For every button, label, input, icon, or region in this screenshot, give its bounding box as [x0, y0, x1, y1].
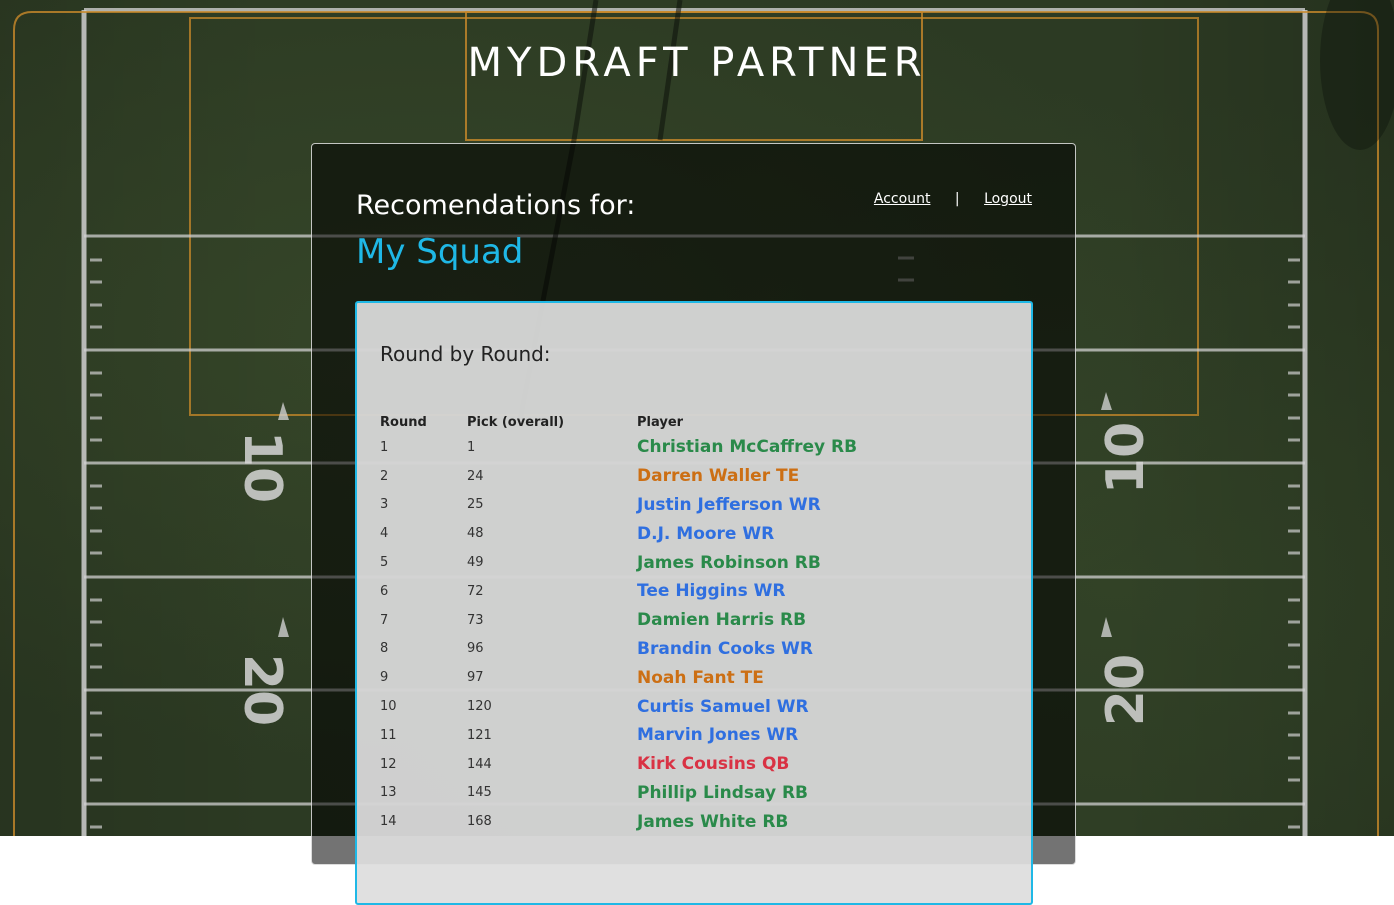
player-cell: Phillip Lindsay RB	[637, 782, 809, 803]
round-cell: 4	[380, 526, 389, 542]
pick-cell: 120	[467, 699, 492, 715]
player-cell: Kirk Cousins QB	[637, 754, 790, 775]
round-cell: 1	[380, 439, 389, 455]
round-by-round-card: Round by Round: Round Pick (overall) Pla…	[355, 301, 1033, 905]
pick-cell: 121	[467, 727, 492, 743]
player-cell: D.J. Moore WR	[637, 523, 775, 544]
squad-name: My Squad	[356, 232, 524, 272]
player-cell: Christian McCaffrey RB	[637, 437, 858, 458]
player-cell: Brandin Cooks WR	[637, 638, 813, 659]
round-cell: 10	[380, 699, 397, 715]
pick-cell: 1	[467, 439, 476, 455]
player-cell: James Robinson RB	[637, 552, 821, 573]
table-row: 13 145 Phillip Lindsay RB	[380, 779, 1017, 808]
site-title: MYDRAFT PARTNER	[467, 40, 927, 86]
column-header-player: Player	[637, 414, 684, 430]
table-row: 2 24 Darren Waller TE	[380, 462, 1017, 491]
round-cell: 11	[380, 727, 397, 743]
field-number-left-10: 10	[232, 431, 292, 503]
table-row: 7 73 Damien Harris RB	[380, 606, 1017, 635]
column-header-round: Round	[380, 414, 427, 430]
round-by-round-title: Round by Round:	[380, 342, 551, 366]
pick-cell: 96	[467, 641, 484, 657]
round-cell: 12	[380, 756, 397, 772]
nav-separator: |	[954, 191, 960, 207]
table-row: 5 49 James Robinson RB	[380, 548, 1017, 577]
player-cell: Damien Harris RB	[637, 610, 807, 631]
field-number-left-20: 20	[232, 654, 292, 726]
player-cell: Justin Jefferson WR	[637, 494, 821, 515]
logout-link[interactable]: Logout	[984, 191, 1032, 207]
table-row: 9 97 Noah Fant TE	[380, 663, 1017, 692]
player-cell: Curtis Samuel WR	[637, 696, 809, 717]
round-cell: 7	[380, 612, 389, 628]
pick-cell: 49	[467, 555, 484, 571]
recommendations-heading: Recomendations for:	[356, 190, 636, 221]
round-cell: 13	[380, 785, 397, 801]
player-cell: Marvin Jones WR	[637, 725, 799, 746]
round-cell: 3	[380, 497, 389, 513]
field-number-right-10: 10	[1096, 422, 1156, 494]
column-header-pick: Pick (overall)	[467, 414, 565, 430]
table-row: 10 120 Curtis Samuel WR	[380, 692, 1017, 721]
round-cell: 5	[380, 555, 389, 571]
round-cell: 14	[380, 814, 397, 830]
account-link[interactable]: Account	[874, 191, 931, 207]
recommendations-panel: Recomendations for: My Squad Account | L…	[311, 143, 1076, 905]
table-row: 11 121 Marvin Jones WR	[380, 721, 1017, 750]
pick-cell: 72	[467, 583, 484, 599]
picks-table: Round Pick (overall) Player 1 1 Christia…	[380, 411, 1017, 836]
table-row: 6 72 Tee Higgins WR	[380, 577, 1017, 606]
pick-cell: 25	[467, 497, 484, 513]
table-row: 1 1 Christian McCaffrey RB	[380, 433, 1017, 462]
pick-cell: 48	[467, 526, 484, 542]
round-cell: 8	[380, 641, 389, 657]
player-cell: Darren Waller TE	[637, 466, 800, 487]
pick-cell: 97	[467, 670, 484, 686]
account-nav: Account | Logout	[874, 191, 1032, 207]
pick-cell: 144	[467, 756, 492, 772]
player-cell: Noah Fant TE	[637, 667, 764, 688]
pick-cell: 168	[467, 814, 492, 830]
player-cell: Tee Higgins WR	[637, 581, 786, 602]
table-row: 14 168 James White RB	[380, 807, 1017, 836]
round-cell: 2	[380, 468, 389, 484]
table-header-row: Round Pick (overall) Player	[380, 411, 1017, 433]
table-row: 8 96 Brandin Cooks WR	[380, 635, 1017, 664]
player-cell: James White RB	[637, 811, 789, 832]
field-number-right-20: 20	[1096, 654, 1156, 726]
pick-cell: 24	[467, 468, 484, 484]
round-cell: 6	[380, 583, 389, 599]
pick-cell: 145	[467, 785, 492, 801]
table-row: 4 48 D.J. Moore WR	[380, 519, 1017, 548]
pick-cell: 73	[467, 612, 484, 628]
table-row: 12 144 Kirk Cousins QB	[380, 750, 1017, 779]
round-cell: 9	[380, 670, 389, 686]
table-row: 3 25 Justin Jefferson WR	[380, 491, 1017, 520]
